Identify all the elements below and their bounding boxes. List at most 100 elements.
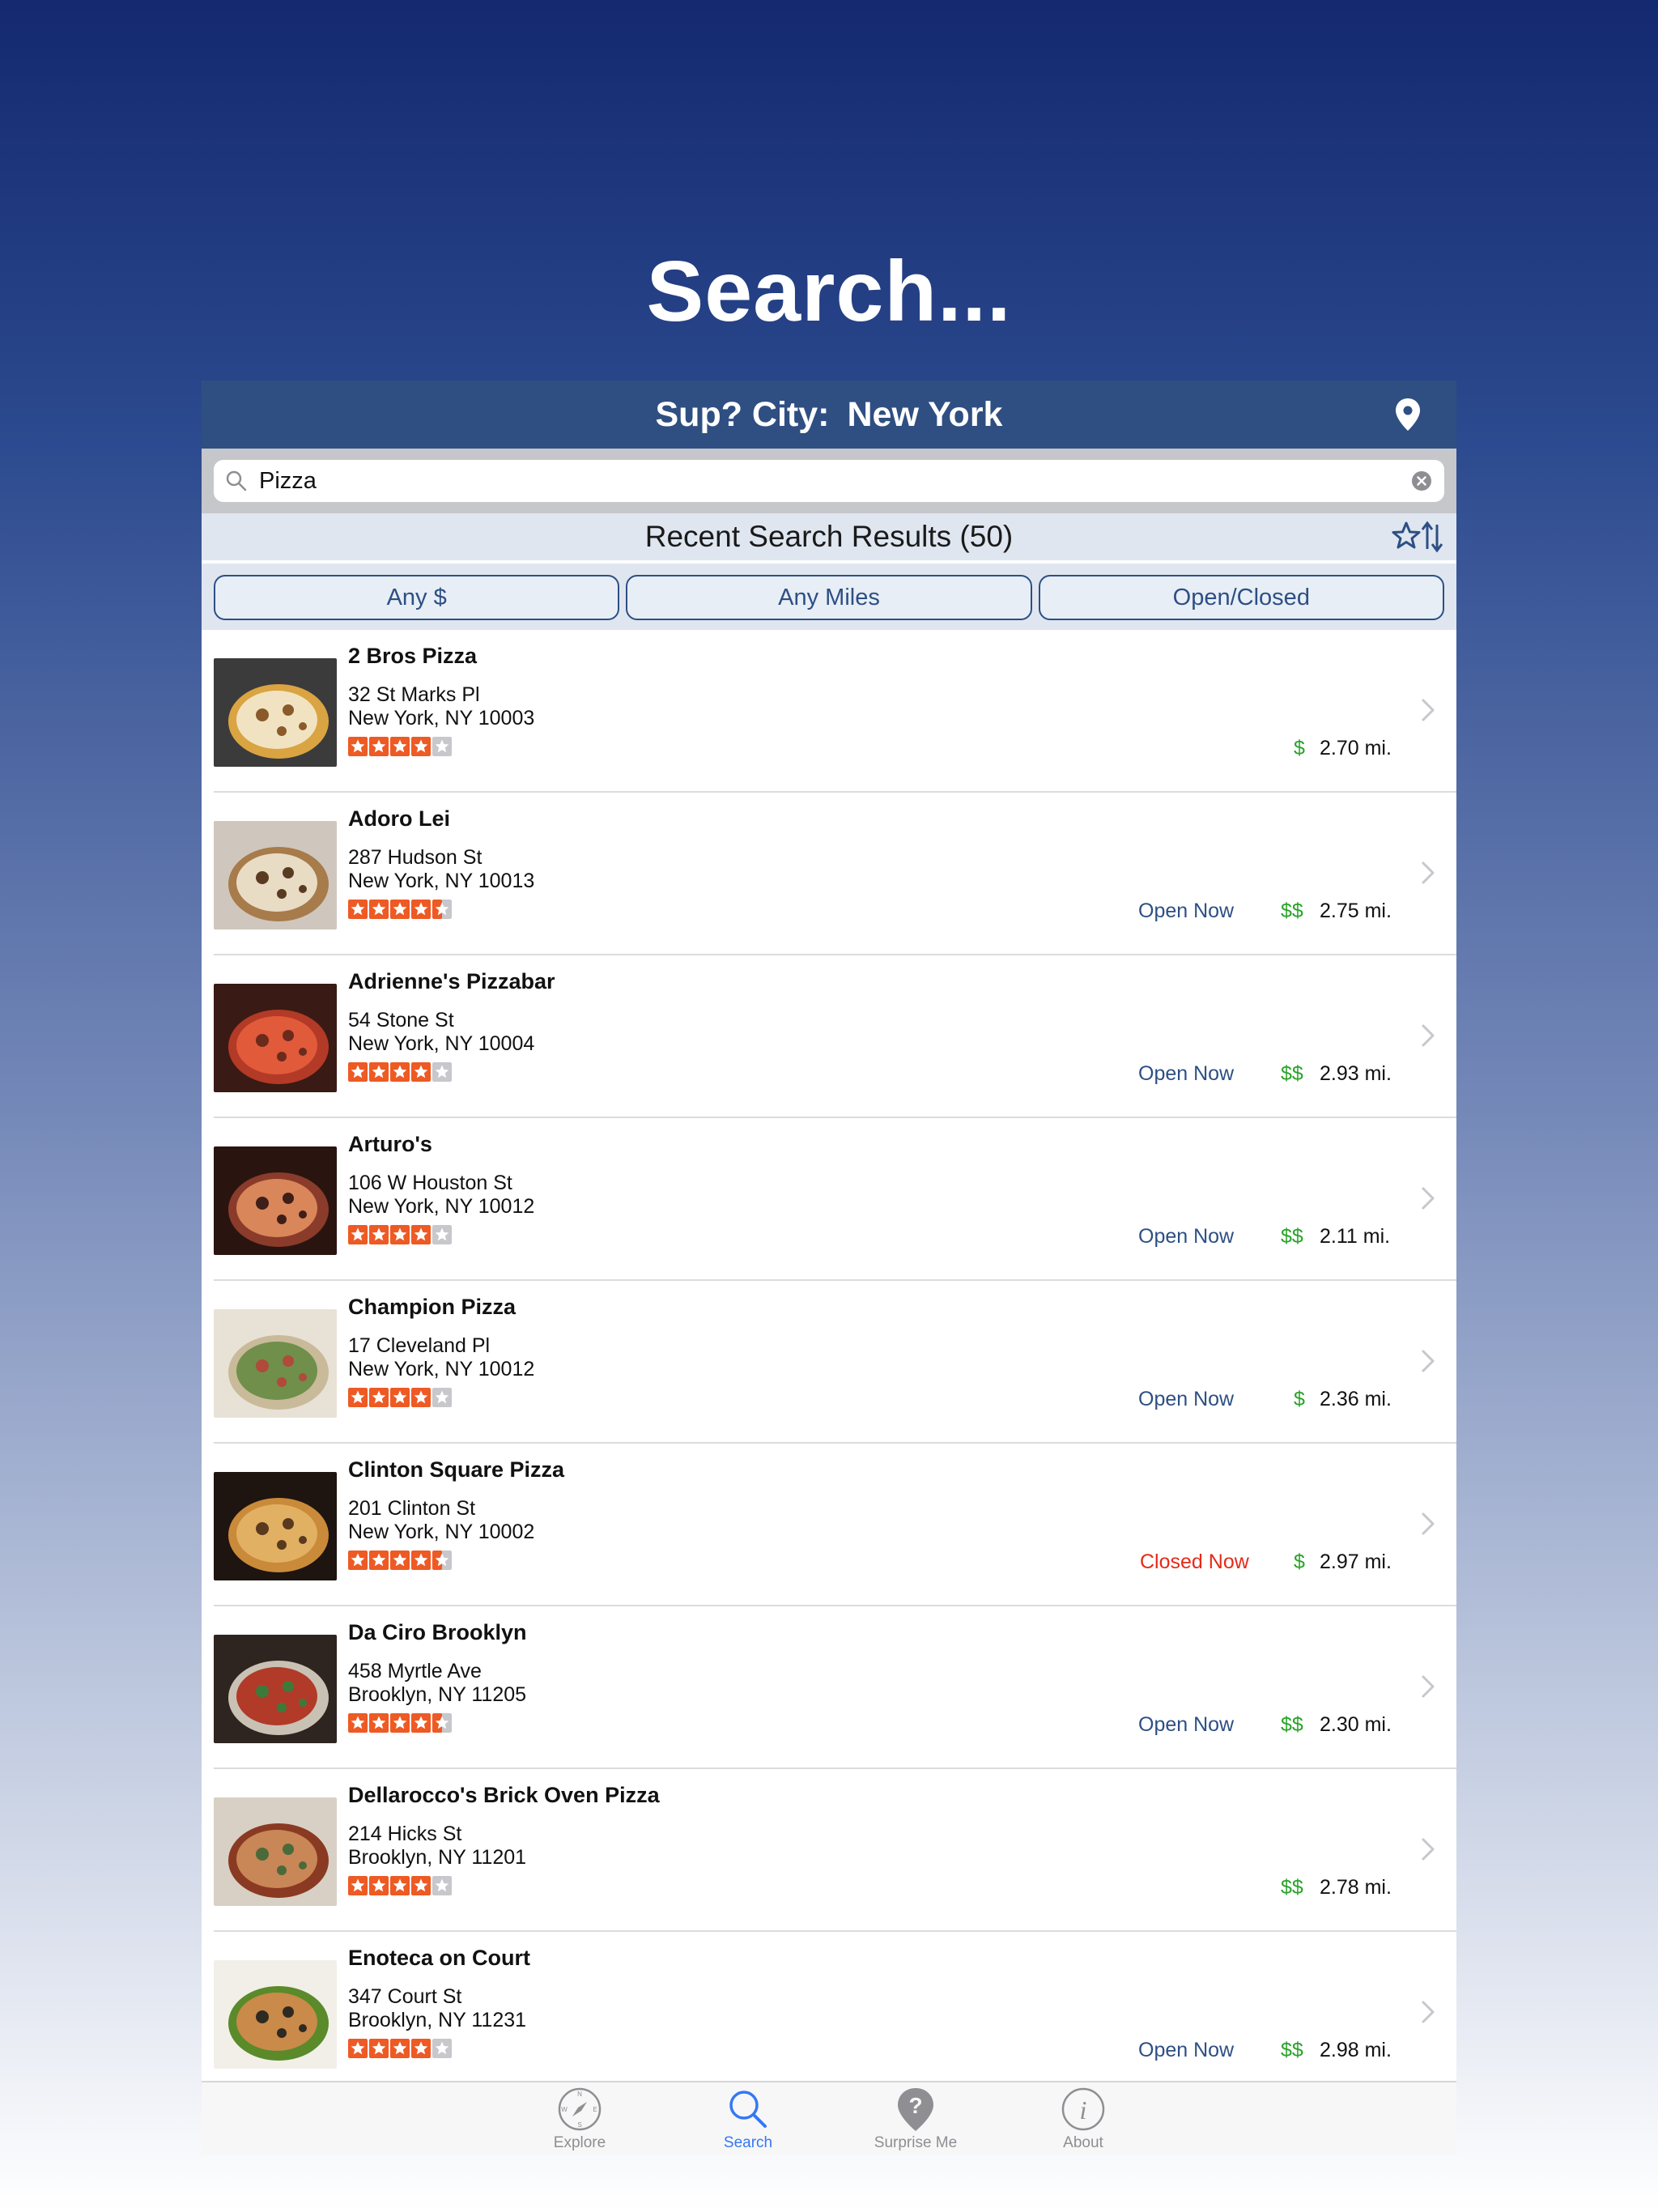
result-row[interactable]: Arturo's 106 W Houston St New York, NY 100… [202, 1118, 1456, 1281]
result-row[interactable]: Champion Pizza 17 Cleveland Pl New York, N… [202, 1281, 1456, 1444]
results-header: Recent Search Results (50) [202, 513, 1456, 560]
chevron-right-icon [1421, 698, 1435, 722]
address-line-2: New York, NY 10012 [348, 1195, 535, 1218]
star-rating [348, 1551, 452, 1570]
tab-about[interactable]: i About [1039, 2082, 1128, 2152]
search-field[interactable] [214, 460, 1444, 502]
svg-text:?: ? [908, 2093, 922, 2118]
address-line-1: 287 Hudson St [348, 846, 483, 869]
svg-text:i: i [1080, 2095, 1087, 2125]
star-icon [348, 1713, 368, 1733]
filter-bar: Any $ Any Miles Open/Closed [202, 560, 1456, 630]
open-status: Open Now [1138, 1388, 1235, 1410]
open-status: Open Now [1138, 2039, 1235, 2061]
restaurant-name: Enoteca on Court [348, 1946, 531, 1970]
star-icon [390, 900, 410, 919]
tab-label: Search [723, 2134, 773, 2151]
price-level: $$ [1281, 1713, 1303, 1736]
restaurant-photo [214, 1472, 337, 1580]
address-line-2: New York, NY 10004 [348, 1032, 535, 1055]
restaurant-name: Adoro Lei [348, 806, 450, 831]
results-count-title: Recent Search Results (50) [644, 520, 1014, 553]
distance: 2.11 mi. [1320, 1225, 1391, 1248]
tab-label: Explore [553, 2134, 606, 2151]
tab-explore[interactable]: N S W E Explore [535, 2082, 624, 2152]
price-level: $$ [1281, 1062, 1303, 1085]
distance: 2.98 mi. [1320, 2039, 1392, 2061]
result-row[interactable]: Dellarocco's Brick Oven Pizza 214 Hicks S… [202, 1769, 1456, 1932]
tab-search[interactable]: Search [704, 2082, 793, 2152]
price-level: $$ [1281, 2039, 1303, 2061]
restaurant-name: Champion Pizza [348, 1295, 517, 1319]
search-icon [729, 2091, 767, 2128]
tab-surprise-me[interactable]: ? Surprise Me [871, 2082, 960, 2152]
distance-filter-button[interactable]: Any Miles [626, 575, 1032, 620]
location-pin-icon[interactable] [1393, 397, 1422, 432]
result-row[interactable]: Adoro Lei 287 Hudson St New York, NY 10013… [202, 793, 1456, 955]
svg-text:S: S [577, 2121, 581, 2129]
star-icon [348, 900, 368, 919]
search-bar [202, 449, 1456, 513]
result-row[interactable]: Clinton Square Pizza 201 Clinton St New Yo… [202, 1444, 1456, 1606]
star-icon [348, 1388, 368, 1407]
info-icon: i [1061, 2087, 1105, 2131]
star-rating [348, 1713, 452, 1733]
open-closed-filter-button[interactable]: Open/Closed [1038, 575, 1444, 620]
star-icon [369, 1551, 389, 1570]
price-filter-button[interactable]: Any $ [214, 575, 620, 620]
star-icon [432, 1551, 452, 1570]
tab-bar: N S W E Explore Search ? Surprise Me i A… [202, 2081, 1456, 2155]
sort-by-rating-icon[interactable] [1392, 520, 1443, 554]
star-icon [369, 1713, 389, 1733]
clear-search-icon[interactable] [1410, 470, 1433, 492]
star-icon [348, 1876, 368, 1895]
star-icon [411, 1225, 431, 1244]
star-icon [411, 1388, 431, 1407]
distance: 2.75 mi. [1320, 900, 1392, 922]
restaurant-photo [214, 1309, 337, 1418]
svg-text:N: N [577, 2091, 582, 2098]
star-rating [348, 1388, 452, 1407]
chevron-right-icon [1421, 2000, 1435, 2024]
chevron-right-icon [1421, 1837, 1435, 1861]
result-row[interactable]: Adrienne's Pizzabar 54 Stone St New York, … [202, 955, 1456, 1118]
distance: 2.30 mi. [1320, 1713, 1392, 1736]
compass-icon: N S W E [558, 2087, 602, 2131]
star-icon [369, 1388, 389, 1407]
address-line-2: New York, NY 10012 [348, 1358, 535, 1380]
price-level: $ [1294, 737, 1305, 759]
distance: 2.36 mi. [1320, 1388, 1392, 1410]
star-rating [348, 1225, 452, 1244]
address-line-2: Brooklyn, NY 11231 [348, 2009, 527, 2031]
open-status: Open Now [1138, 1225, 1235, 1248]
star-icon [432, 1713, 452, 1733]
result-row[interactable]: Enoteca on Court 347 Court St Brooklyn, NY… [202, 1932, 1456, 2095]
star-icon [432, 737, 452, 756]
star-icon [369, 900, 389, 919]
star-icon [369, 2039, 389, 2058]
distance: 2.97 mi. [1320, 1551, 1392, 1573]
page-headline: Search... [646, 244, 1012, 339]
restaurant-name: Arturo's [348, 1132, 432, 1156]
open-status: Closed Now [1140, 1551, 1249, 1573]
star-rating [348, 900, 452, 919]
distance: 2.78 mi. [1320, 1876, 1392, 1899]
city-value[interactable]: New York [847, 395, 1002, 435]
address-line-1: 32 St Marks Pl [348, 683, 480, 706]
restaurant-photo [214, 984, 337, 1092]
price-level: $ [1294, 1388, 1305, 1410]
star-icon [432, 900, 452, 919]
address-line-1: 17 Cleveland Pl [348, 1334, 491, 1357]
results-list: 2 Bros Pizza 32 St Marks Pl New York, NY 1… [202, 630, 1456, 2095]
star-icon [369, 1062, 389, 1082]
chevron-right-icon [1421, 1512, 1435, 1536]
price-level: $$ [1281, 900, 1303, 922]
star-icon [390, 1388, 410, 1407]
star-icon [369, 1225, 389, 1244]
star-icon [411, 1876, 431, 1895]
result-row[interactable]: Da Ciro Brooklyn 458 Myrtle Ave Brooklyn, … [202, 1606, 1456, 1769]
search-input[interactable] [259, 467, 1410, 495]
result-row[interactable]: 2 Bros Pizza 32 St Marks Pl New York, NY 1… [202, 630, 1456, 793]
distance: 2.70 mi. [1320, 737, 1392, 759]
star-icon [432, 1876, 452, 1895]
